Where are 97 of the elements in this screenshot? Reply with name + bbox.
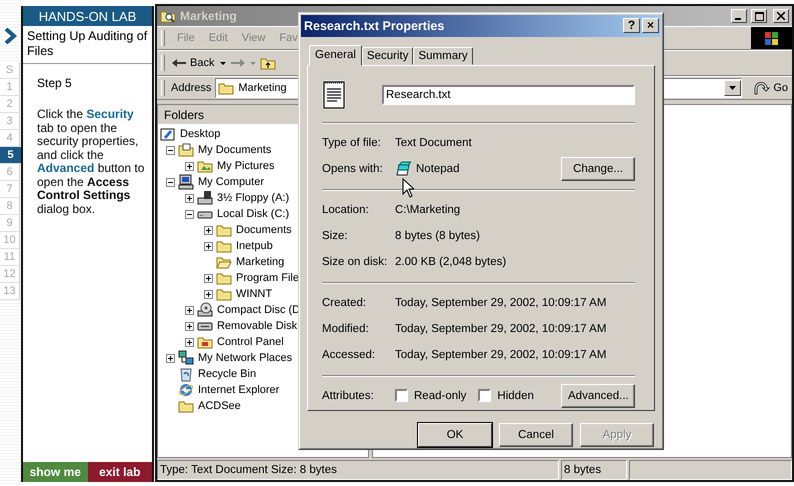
tree-item[interactable]: Internet Explorer	[198, 384, 280, 396]
property-value: C:\Marketing	[395, 204, 460, 216]
property-label: Accessed:	[322, 348, 376, 361]
property-value: Today, September 29, 2002, 10:09:17 AM	[395, 322, 606, 335]
tree-item[interactable]: 3½ Floppy (A:)	[217, 192, 290, 204]
tree-item[interactable]: Local Disk (C:)	[217, 208, 290, 220]
close-icon	[777, 12, 785, 20]
property-label: Size on disk:	[322, 256, 388, 268]
lab-title: Setting Up Auditing of Files	[23, 26, 152, 64]
property-value: Today, September 29, 2002, 10:09:17 AM	[395, 348, 606, 361]
tree-item[interactable]: My Documents	[198, 144, 272, 156]
advanced-button[interactable]: Advanced...	[561, 384, 635, 408]
disc-icon	[197, 302, 213, 318]
caret-icon	[250, 62, 256, 64]
property-label: Location:	[322, 204, 370, 216]
property-value: 8 bytes (8 bytes)	[395, 230, 480, 242]
text-file-icon	[322, 80, 346, 110]
expand-box[interactable]	[185, 194, 194, 202]
network-icon	[178, 350, 194, 366]
maximize-button[interactable]	[751, 9, 767, 23]
go-button[interactable]: Go	[752, 80, 790, 96]
property-label: Opens with:	[322, 162, 384, 175]
tree-item[interactable]: Removable Disk	[217, 320, 298, 332]
recycle-bin-icon	[178, 366, 194, 382]
tree-item[interactable]: Recycle Bin	[198, 368, 256, 380]
file-name-field[interactable]: Research.txt	[382, 84, 635, 105]
expand-box[interactable]	[185, 322, 194, 330]
expand-box[interactable]	[185, 306, 194, 314]
lab-header: HANDS-ON LAB	[23, 6, 152, 26]
expand-box[interactable]	[204, 290, 213, 298]
floppy-icon	[197, 190, 213, 206]
property-label: Type of file:	[322, 136, 382, 149]
tree-item[interactable]: ACDSee	[198, 400, 241, 412]
expand-box[interactable]	[185, 338, 194, 346]
tab[interactable]: Security	[362, 46, 414, 65]
maximize-icon	[754, 12, 764, 20]
mouse-cursor-icon	[402, 178, 414, 198]
help-button[interactable]: ?	[623, 18, 640, 34]
tree-item[interactable]: Marketing	[236, 256, 284, 268]
property-value: Today, September 29, 2002, 10:09:17 AM	[395, 296, 606, 309]
property-value: Notepad	[416, 162, 460, 175]
property-label: Created:	[322, 296, 368, 309]
expand-box[interactable]	[204, 226, 213, 234]
minimize-button[interactable]	[731, 9, 747, 23]
expand-box[interactable]	[166, 354, 175, 362]
expand-box[interactable]	[204, 274, 213, 282]
property-label: Size:	[322, 230, 349, 242]
go-arrow-icon	[754, 80, 770, 96]
tree-item[interactable]: Inetpub	[236, 240, 273, 252]
step-title: Step 5	[37, 76, 73, 90]
caret-icon	[220, 62, 226, 64]
tree-item[interactable]: Program File	[236, 272, 299, 284]
dialog-button[interactable]: OK	[418, 423, 492, 447]
status-text: 8 bytes	[561, 460, 627, 480]
property-label: Attributes:	[322, 390, 375, 402]
folder-icon	[178, 142, 194, 158]
tree-item[interactable]: Documents	[236, 224, 292, 236]
collapse-box[interactable]	[166, 146, 175, 154]
window-title: Marketing	[180, 9, 238, 23]
instructions-text: Click the Security tab to open the security properties, and click the Advanced button to open the Access Control Settings dialog box.	[37, 108, 145, 216]
tree-item[interactable]: WINNT	[236, 288, 272, 300]
status-text: Type: Text Document Size: 8 bytes	[157, 460, 559, 480]
collapse-box[interactable]	[166, 178, 175, 186]
checkbox-label[interactable]: Read-only	[414, 390, 466, 402]
show-me-button[interactable]: show me	[23, 462, 88, 482]
windows-logo-icon	[765, 32, 778, 44]
tree-item[interactable]: Control Panel	[217, 336, 284, 348]
dropdown-button[interactable]	[724, 80, 742, 96]
tab[interactable]: Summary	[413, 46, 473, 65]
checkbox[interactable]	[395, 389, 408, 402]
change-button[interactable]: Change...	[561, 156, 635, 181]
exit-button[interactable]: exit lab	[88, 462, 152, 482]
dialog-button[interactable]: Cancel	[499, 423, 573, 447]
back-button[interactable]: Back	[169, 55, 216, 71]
chevron-icon	[4, 28, 17, 44]
address-label: Address	[171, 82, 212, 94]
expand-box[interactable]	[185, 162, 194, 170]
tab[interactable]: General	[309, 44, 362, 66]
globe-icon	[178, 382, 194, 398]
property-value: Text Document	[395, 136, 472, 149]
checkbox-label[interactable]: Hidden	[497, 390, 534, 402]
step-number[interactable]: 5	[0, 147, 22, 164]
expand-box[interactable]	[204, 242, 213, 250]
property-label: Modified:	[322, 322, 370, 335]
tree-item[interactable]: Desktop	[180, 128, 220, 140]
tree-item[interactable]: My Pictures	[217, 160, 274, 172]
notepad-icon	[395, 160, 411, 177]
checkbox[interactable]	[478, 389, 492, 402]
tree-item[interactable]: My Network Places	[198, 352, 292, 364]
dialog-title: Research.txt Properties	[304, 18, 446, 33]
property-value: 2.00 KB (2,048 bytes)	[395, 256, 506, 268]
computer-icon	[178, 174, 194, 190]
close-button[interactable]	[773, 9, 789, 23]
tree-item[interactable]: My Computer	[198, 176, 264, 188]
close-button[interactable]: ×	[642, 18, 659, 34]
collapse-box[interactable]	[185, 210, 194, 218]
caret-icon	[729, 86, 736, 90]
